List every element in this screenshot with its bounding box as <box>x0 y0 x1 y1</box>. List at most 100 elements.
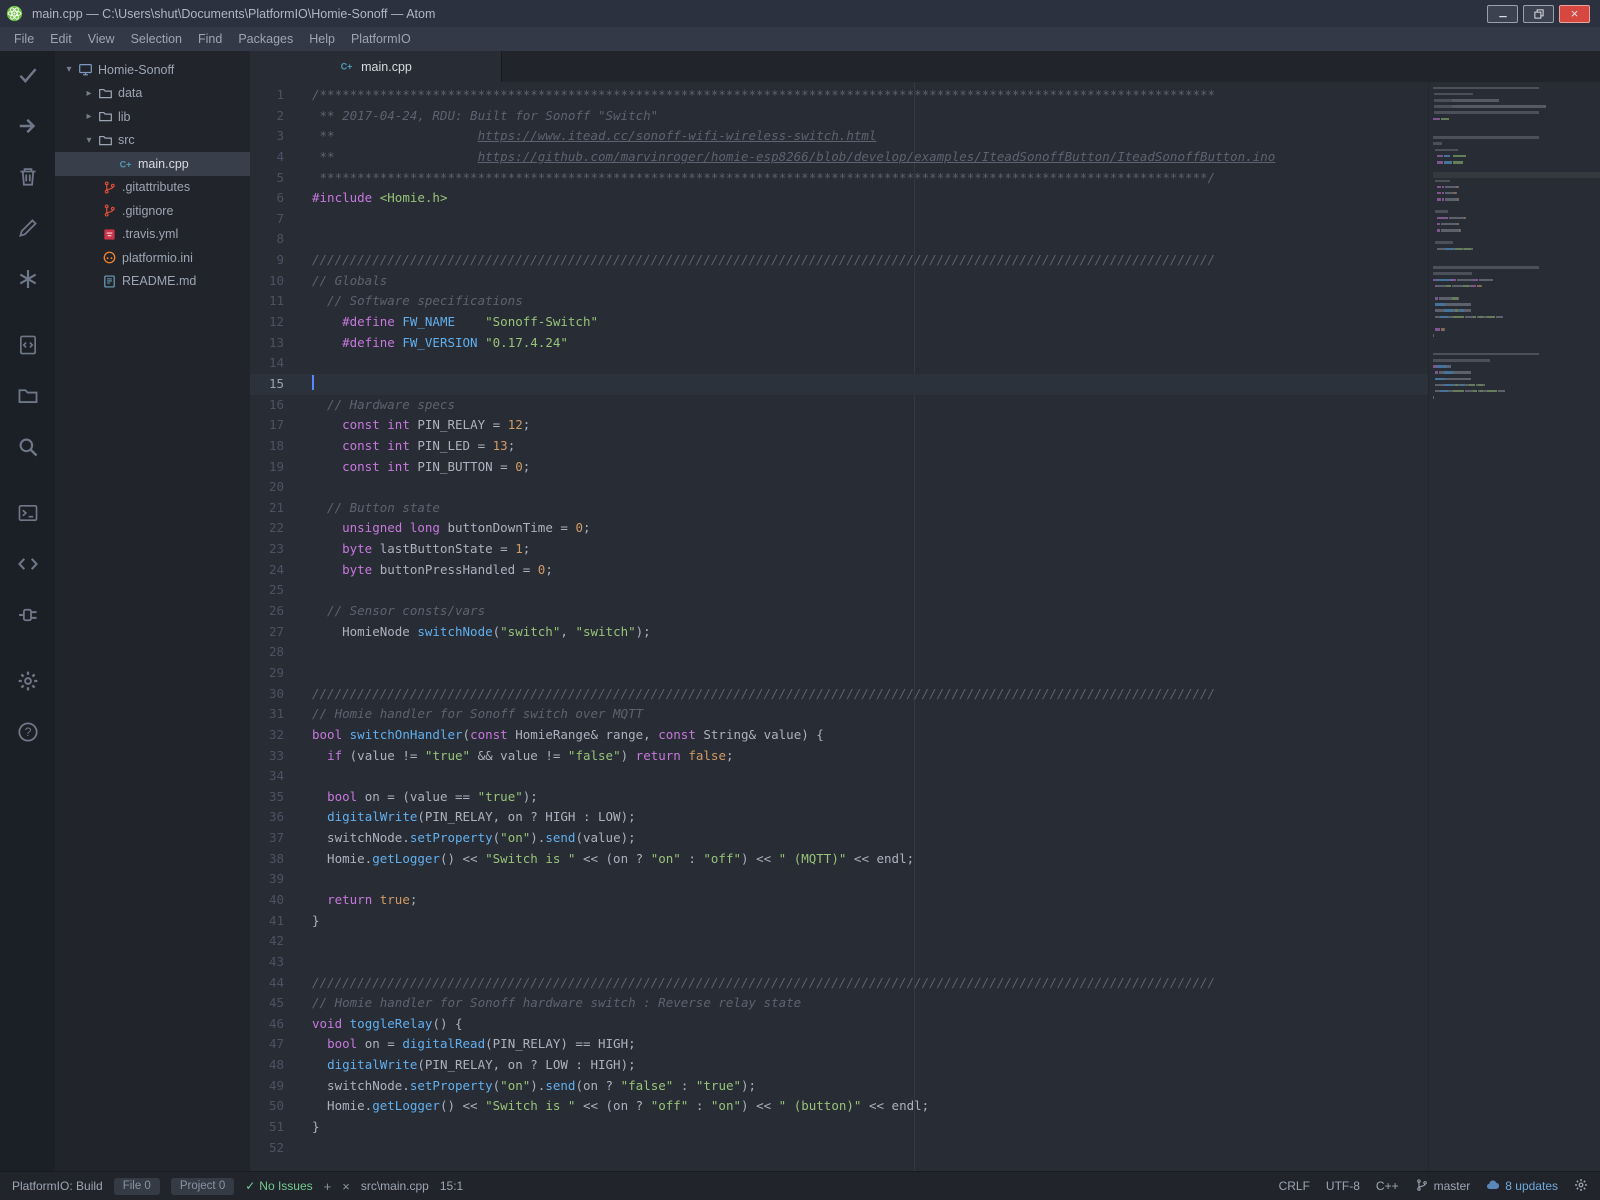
code-line[interactable]: 3 ** https://www.itead.cc/sonoff-wifi-wi… <box>250 126 1600 147</box>
menu-find[interactable]: Find <box>190 29 230 49</box>
code-line[interactable]: 51} <box>250 1117 1600 1138</box>
code-line[interactable]: 40 return true; <box>250 890 1600 911</box>
code-line[interactable]: 45// Homie handler for Sonoff hardware s… <box>250 993 1600 1014</box>
code-line[interactable]: 10// Globals <box>250 271 1600 292</box>
code-line[interactable]: 7 <box>250 209 1600 230</box>
settings[interactable] <box>1574 1178 1588 1195</box>
code-line[interactable]: 48 digitalWrite(PIN_RELAY, on ? LOW : HI… <box>250 1055 1600 1076</box>
line-ending[interactable]: CRLF <box>1279 1179 1310 1193</box>
code-line[interactable]: 20 <box>250 477 1600 498</box>
restore-button[interactable] <box>1523 5 1554 23</box>
code-line[interactable]: 5 **************************************… <box>250 168 1600 189</box>
code-line[interactable]: 24 byte buttonPressHandled = 0; <box>250 560 1600 581</box>
menu-platformio[interactable]: PlatformIO <box>343 29 419 49</box>
code-line[interactable]: 4 ** https://github.com/marvinroger/homi… <box>250 147 1600 168</box>
close-button[interactable]: × <box>1559 5 1590 23</box>
code-line[interactable]: 37 switchNode.setProperty("on").send(val… <box>250 828 1600 849</box>
tree-item-data[interactable]: ▸data <box>55 82 250 106</box>
code-line[interactable]: 50 Homie.getLogger() << "Switch is " << … <box>250 1096 1600 1117</box>
code-line[interactable]: 22 unsigned long buttonDownTime = 0; <box>250 518 1600 539</box>
code-line[interactable]: 14 <box>250 353 1600 374</box>
minimap[interactable] <box>1428 82 1600 1171</box>
code-line[interactable]: 12 #define FW_NAME "Sonoff-Switch" <box>250 312 1600 333</box>
minimize-button[interactable] <box>1487 5 1518 23</box>
menu-help[interactable]: Help <box>301 29 343 49</box>
text-editor[interactable]: 1/**************************************… <box>250 82 1600 1171</box>
code-line[interactable]: 34 <box>250 766 1600 787</box>
init-project-button[interactable] <box>0 322 55 373</box>
code-line[interactable]: 32bool switchOnHandler(const HomieRange&… <box>250 725 1600 746</box>
build-button[interactable] <box>0 52 55 103</box>
no-issues-status[interactable]: ✓No Issues <box>245 1179 312 1193</box>
code-line[interactable]: 19 const int PIN_BUTTON = 0; <box>250 457 1600 478</box>
tree-root-homie-sonoff[interactable]: ▾Homie-Sonoff <box>55 58 250 82</box>
git-branch[interactable]: master <box>1415 1178 1471 1195</box>
help-button[interactable]: ? <box>0 709 55 760</box>
code-line[interactable]: 52 <box>250 1138 1600 1159</box>
code-line[interactable]: 44//////////////////////////////////////… <box>250 973 1600 994</box>
file-issues-badge[interactable]: File 0 <box>114 1178 160 1195</box>
code-line[interactable]: 49 switchNode.setProperty("on").send(on … <box>250 1076 1600 1097</box>
code-line[interactable]: 39 <box>250 869 1600 890</box>
code-line[interactable]: 13 #define FW_VERSION "0.17.4.24" <box>250 333 1600 354</box>
code-line[interactable]: 43 <box>250 952 1600 973</box>
code-line[interactable]: 28 <box>250 642 1600 663</box>
tree-item-src[interactable]: ▾src <box>55 129 250 153</box>
menu-view[interactable]: View <box>80 29 123 49</box>
encoding[interactable]: UTF-8 <box>1326 1179 1360 1193</box>
code-line[interactable]: 30//////////////////////////////////////… <box>250 684 1600 705</box>
tab-main.cpp[interactable]: C+main.cpp <box>250 51 502 82</box>
grammar[interactable]: C++ <box>1376 1179 1399 1193</box>
code-line[interactable]: 21 // Button state <box>250 498 1600 519</box>
updates-available[interactable]: 8 updates <box>1486 1178 1558 1195</box>
clean-button[interactable] <box>0 154 55 205</box>
cursor-position[interactable]: 15:1 <box>440 1179 463 1193</box>
code-line[interactable]: 1/**************************************… <box>250 85 1600 106</box>
tree-item-gitignore[interactable]: .gitignore <box>55 199 250 223</box>
add-icon[interactable]: + <box>324 1179 332 1194</box>
code-line[interactable]: 27 HomieNode switchNode("switch", "switc… <box>250 622 1600 643</box>
serial-monitor-button[interactable] <box>0 541 55 592</box>
code-line[interactable]: 25 <box>250 580 1600 601</box>
code-line[interactable]: 26 // Sensor consts/vars <box>250 601 1600 622</box>
code-line[interactable]: 47 bool on = digitalRead(PIN_RELAY) == H… <box>250 1034 1600 1055</box>
code-line[interactable]: 33 if (value != "true" && value != "fals… <box>250 746 1600 767</box>
tree-item-platformio.ini[interactable]: platformio.ini <box>55 246 250 270</box>
menu-file[interactable]: File <box>6 29 42 49</box>
device-button[interactable] <box>0 592 55 643</box>
open-project-folder-button[interactable] <box>0 373 55 424</box>
terminal-button[interactable] <box>0 490 55 541</box>
test-button[interactable] <box>0 256 55 307</box>
close-icon[interactable]: × <box>342 1179 350 1194</box>
code-line[interactable]: 8 <box>250 229 1600 250</box>
code-line[interactable]: 11 // Software specifications <box>250 291 1600 312</box>
tree-item-readme.md[interactable]: README.md <box>55 270 250 294</box>
code-line[interactable]: 2 ** 2017-04-24, RDU: Built for Sonoff "… <box>250 106 1600 127</box>
code-line[interactable]: 6#include <Homie.h> <box>250 188 1600 209</box>
code-line[interactable]: 16 // Hardware specs <box>250 395 1600 416</box>
code-line[interactable]: 42 <box>250 931 1600 952</box>
code-line[interactable]: 36 digitalWrite(PIN_RELAY, on ? HIGH : L… <box>250 807 1600 828</box>
tree-item-lib[interactable]: ▸lib <box>55 105 250 129</box>
menu-edit[interactable]: Edit <box>42 29 80 49</box>
menu-selection[interactable]: Selection <box>123 29 190 49</box>
run-other-target-button[interactable] <box>0 205 55 256</box>
upload-button[interactable] <box>0 103 55 154</box>
code-line[interactable]: 29 <box>250 663 1600 684</box>
code-line[interactable]: 23 byte lastButtonState = 1; <box>250 539 1600 560</box>
code-line[interactable]: 38 Homie.getLogger() << "Switch is " << … <box>250 849 1600 870</box>
code-line[interactable]: 18 const int PIN_LED = 13; <box>250 436 1600 457</box>
tree-item-main.cpp[interactable]: C+main.cpp <box>55 152 250 176</box>
code-line[interactable]: 15 <box>250 374 1600 395</box>
settings-button[interactable] <box>0 658 55 709</box>
code-line[interactable]: 41} <box>250 911 1600 932</box>
code-line[interactable]: 31// Homie handler for Sonoff switch ove… <box>250 704 1600 725</box>
tree-item-gitattributes[interactable]: .gitattributes <box>55 176 250 200</box>
code-line[interactable]: 17 const int PIN_RELAY = 12; <box>250 415 1600 436</box>
menu-packages[interactable]: Packages <box>230 29 301 49</box>
code-line[interactable]: 9///////////////////////////////////////… <box>250 250 1600 271</box>
project-issues-badge[interactable]: Project 0 <box>171 1178 234 1195</box>
tree-item-travis.yml[interactable]: .travis.yml <box>55 223 250 247</box>
find-in-project-button[interactable] <box>0 424 55 475</box>
code-line[interactable]: 46void toggleRelay() { <box>250 1014 1600 1035</box>
